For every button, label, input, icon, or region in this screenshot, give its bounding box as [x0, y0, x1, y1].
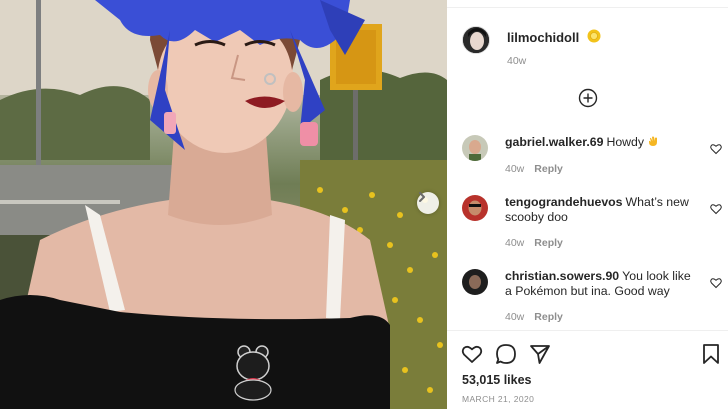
divider: [447, 7, 728, 8]
commenter-username[interactable]: christian.sowers.90: [505, 269, 619, 283]
comment-meta: 40w Reply: [505, 311, 573, 323]
reply-button[interactable]: Reply: [534, 311, 563, 323]
reply-button[interactable]: Reply: [534, 237, 563, 249]
heart-icon[interactable]: [710, 203, 722, 215]
comment-time: 40w: [505, 311, 525, 323]
bookmark-icon[interactable]: [700, 343, 722, 365]
commenter-avatar[interactable]: [462, 195, 488, 221]
comment-time: 40w: [505, 163, 525, 175]
comment-meta: 40w Reply: [505, 237, 573, 249]
author-post-time: 40w: [507, 55, 527, 67]
commenter-avatar[interactable]: [462, 135, 488, 161]
post-side-panel: lilmochidoll 40w gabriel.walker.69 Howdy …: [447, 0, 728, 409]
comment-text: tengograndehuevos What’s new scooby doo: [505, 195, 695, 225]
heart-icon[interactable]: [710, 277, 722, 289]
author-username[interactable]: lilmochidoll: [507, 30, 579, 45]
author-avatar[interactable]: [462, 26, 490, 54]
chevron-right-icon: [419, 192, 425, 202]
comment-text: gabriel.walker.69 Howdy: [505, 135, 695, 150]
reply-button[interactable]: Reply: [534, 163, 563, 175]
photo-illustration: [0, 0, 447, 409]
commenter-avatar[interactable]: [462, 269, 488, 295]
comment-bubble-icon[interactable]: [495, 343, 517, 365]
post-photo[interactable]: [0, 0, 447, 409]
wave-hand-icon: [649, 136, 658, 146]
comment-text: christian.sowers.90 You look like a Pokém…: [505, 269, 695, 299]
commenter-username[interactable]: gabriel.walker.69: [505, 135, 603, 149]
heart-icon[interactable]: [710, 143, 722, 155]
paper-plane-icon[interactable]: [529, 343, 551, 365]
commenter-username[interactable]: tengograndehuevos: [505, 195, 623, 209]
post-date: MARCH 21, 2020: [462, 394, 535, 404]
next-photo-button[interactable]: [417, 192, 439, 214]
plus-circle-icon[interactable]: [578, 88, 598, 108]
comment-time: 40w: [505, 237, 525, 249]
comment-meta: 40w Reply: [505, 163, 573, 175]
divider: [447, 330, 728, 331]
sun-badge-icon: [587, 29, 601, 43]
like-heart-icon[interactable]: [461, 343, 483, 365]
likes-count[interactable]: 53,015 likes: [462, 373, 532, 387]
comment-body: Howdy: [606, 135, 645, 149]
